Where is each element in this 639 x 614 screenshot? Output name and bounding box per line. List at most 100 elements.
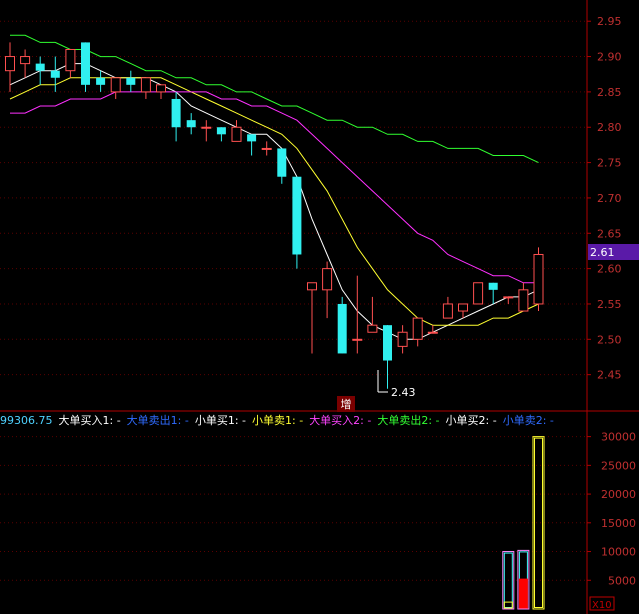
volume-tick-label: 10000 [601,546,636,559]
candle[interactable] [488,282,498,304]
candle[interactable] [186,113,196,135]
indicator-item: 99306.75 [0,414,53,427]
candle-body [397,331,408,347]
volume-tick-label: 20000 [601,488,636,501]
price-tick-label: 2.90 [597,51,622,64]
candle[interactable] [518,282,529,312]
candle[interactable] [50,56,60,92]
candle-body [352,338,363,341]
event-marker-text: 增 [341,397,352,411]
candle[interactable] [81,42,90,92]
candle[interactable] [20,49,31,78]
candle-body [81,42,90,85]
candle-body [412,317,423,340]
candle-body [261,147,272,150]
indicator-item: 小单买2: - [446,414,497,427]
price-tick-label: 2.55 [597,298,622,311]
candle-body [20,56,31,65]
indicator-item: 大单卖出2: - [377,413,439,427]
candle[interactable] [5,42,15,92]
candle[interactable] [261,141,272,156]
price-tick-label: 2.80 [597,121,622,134]
candle[interactable] [367,296,378,333]
volume-tick-label: 30000 [601,431,636,444]
candle-body [35,63,45,71]
ma-line-1 [9,63,539,340]
price-tick-label: 2.75 [597,157,622,170]
candle[interactable] [337,296,347,354]
candle[interactable] [231,120,242,142]
price-tick-label: 2.95 [597,15,622,28]
grid-layer [0,0,639,614]
candle-body [518,289,529,312]
candle[interactable] [322,261,333,319]
candle-body [473,282,484,305]
price-axis: 2.95 2.90 2.85 2.80 2.75 2.70 2.65 2.60 2.55 2.50… [587,15,622,382]
candle-body [186,120,196,128]
candle[interactable] [201,120,212,142]
volume-tick-label: 5000 [608,574,636,587]
candle[interactable] [216,127,226,142]
candle[interactable] [277,148,287,184]
candle[interactable] [292,176,302,269]
candle-body [126,77,136,85]
indicator-item: 大单卖出1: - [127,413,189,427]
candle[interactable] [247,134,257,156]
indicator-item: 小单卖2: - [503,414,554,427]
candle-body [247,134,257,142]
current-price-label: 2.61 [590,246,615,259]
candle[interactable] [110,77,121,99]
volume-scale-label: X10 [592,600,612,611]
candle-body [140,77,151,93]
candle-body [427,331,438,334]
candle-body [337,303,347,354]
volume-bar[interactable] [517,549,530,610]
candle-body [65,48,76,72]
candle[interactable] [383,325,392,389]
candle-body [533,253,544,305]
candle-body [488,282,498,290]
event-marker[interactable]: 增 [337,396,355,412]
price-tick-label: 2.70 [597,192,622,205]
candle[interactable] [503,296,514,304]
candle-body [442,303,453,319]
volume-bar[interactable] [532,436,545,610]
price-tick-label: 2.50 [597,333,622,346]
candle[interactable] [65,48,76,78]
volume-bar-inner [534,437,543,608]
indicator-legend: 99306.75 大单买入1: - 大单卖出1: - 小单买1: - 小单卖1: - 大单… [0,413,554,427]
chart-window: 2.95 2.90 2.85 2.80 2.75 2.70 2.65 2.60 2.55 2.50… [0,0,639,614]
current-price-tag: 2.61 [588,244,639,260]
candle[interactable] [397,325,408,354]
ma-line-2 [9,77,539,326]
candle[interactable] [307,282,317,354]
candle[interactable] [442,296,453,319]
candle[interactable] [412,317,423,347]
candle-body [110,77,121,93]
low-price-label: 2.43 [391,386,416,399]
candle[interactable] [427,325,438,334]
stock-chart: 2.95 2.90 2.85 2.80 2.75 2.70 2.65 2.60 2.55 2.50… [0,0,639,614]
candle-body [367,324,378,333]
indicator-item: 大单买入1: - [59,413,121,427]
candle[interactable] [171,91,181,142]
candle-body [307,282,317,291]
price-tick-label: 2.60 [597,263,622,276]
candle[interactable] [533,247,544,312]
price-tick-label: 2.85 [597,86,622,99]
candle[interactable] [156,84,166,99]
candle[interactable] [126,70,136,92]
candle-body [277,148,287,177]
indicator-item: 大单买入2: - [309,413,371,427]
candle-body [216,127,226,135]
price-tick-label: 2.45 [597,369,622,382]
candle[interactable] [35,56,45,85]
ma-line-3 [10,91,539,284]
candle-body [292,176,302,255]
indicator-item: 小单卖1: - [252,414,303,427]
candle-body [50,70,60,78]
candle[interactable] [458,303,468,319]
candle[interactable] [473,282,484,305]
candle[interactable] [140,77,151,99]
candle[interactable] [96,70,106,92]
